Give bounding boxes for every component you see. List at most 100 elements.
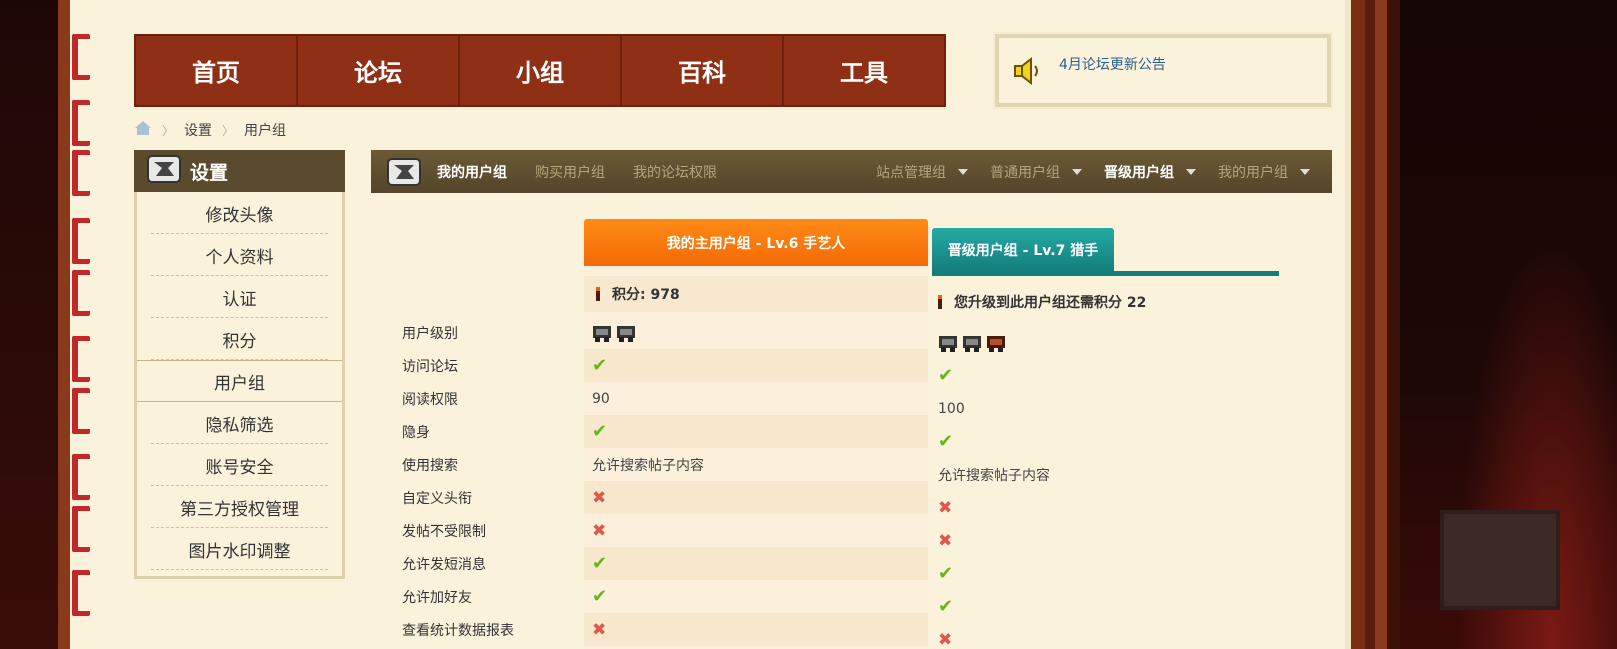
- current-access-forum: ✔: [584, 349, 928, 382]
- label-add-friend: 允许加好友: [402, 589, 472, 606]
- label-user-level: 用户级别: [402, 325, 458, 342]
- dropdown-my-groups[interactable]: 我的用户组: [1218, 162, 1310, 182]
- dropdown-normal-groups[interactable]: 普通用户组: [990, 162, 1082, 182]
- sidebar-item-privacy[interactable]: 隐私筛选: [137, 402, 342, 444]
- sidebar-item-points[interactable]: 积分: [137, 318, 342, 360]
- dropdown-label: 晋级用户组: [1104, 164, 1174, 181]
- main-nav: 首页 论坛 小组 百科 工具: [134, 34, 946, 107]
- nav-tools[interactable]: 工具: [784, 36, 944, 105]
- label-post-unlimited: 发帖不受限制: [402, 523, 486, 540]
- next-group-values: ✔ 100 ✔ 允许搜索帖子内容 ✖ ✖ ✔ ✔ ✖: [932, 326, 1272, 649]
- book-frame-left: [58, 0, 70, 649]
- current-read-permission: 90: [592, 390, 610, 407]
- current-invisible: ✔: [584, 415, 928, 448]
- binding-ring: [72, 570, 90, 616]
- usergroup-tabs: 我的用户组 购买用户组 我的论坛权限 站点管理组 普通用户组 晋级用户组 我的用…: [371, 150, 1332, 193]
- current-group-values: ✔ 90 ✔ 允许搜索帖子内容 ✖ ✖ ✔ ✔ ✖: [584, 316, 928, 646]
- next-send-pm: ✔: [932, 557, 1272, 590]
- binding-ring: [72, 336, 90, 382]
- tab-buy-usergroup[interactable]: 购买用户组: [535, 162, 605, 182]
- current-level: [584, 316, 928, 349]
- tab-forum-permissions[interactable]: 我的论坛权限: [633, 162, 717, 182]
- label-read-permission: 阅读权限: [402, 391, 458, 408]
- label-custom-title: 自定义头衔: [402, 490, 472, 507]
- tab-my-usergroup[interactable]: 我的用户组: [437, 162, 507, 182]
- nav-forum[interactable]: 论坛: [298, 36, 460, 105]
- dropdown-label: 普通用户组: [990, 164, 1060, 181]
- announcement-link[interactable]: 4月论坛更新公告: [1059, 54, 1166, 74]
- binding-ring: [72, 218, 90, 264]
- next-search: 允许搜索帖子内容: [938, 467, 1050, 484]
- pickaxe-logo-icon: [146, 152, 182, 190]
- sidebar-item-verify[interactable]: 认证: [137, 276, 342, 318]
- next-custom-title: ✖: [932, 491, 1272, 524]
- breadcrumb-settings[interactable]: 设置: [184, 120, 212, 140]
- cross-icon: ✖: [938, 530, 953, 551]
- next-group-underline: [932, 271, 1279, 276]
- book-binding: [72, 30, 96, 649]
- next-view-stats: ✖: [932, 623, 1272, 649]
- check-icon: ✔: [592, 421, 608, 442]
- nav-groups[interactable]: 小组: [460, 36, 622, 105]
- sidebar-item-profile[interactable]: 个人资料: [137, 234, 342, 276]
- sidebar-item-oauth[interactable]: 第三方授权管理: [137, 486, 342, 528]
- pickaxe-logo-icon: [371, 150, 437, 193]
- dropdown-promotion-groups[interactable]: 晋级用户组: [1104, 162, 1196, 182]
- label-search: 使用搜索: [402, 457, 458, 474]
- check-icon: ✔: [938, 596, 954, 617]
- label-view-stats: 查看统计数据报表: [402, 622, 514, 639]
- binding-ring: [72, 100, 90, 146]
- torch-icon: [596, 287, 600, 301]
- usergroup-dropdowns: 站点管理组 普通用户组 晋级用户组 我的用户组: [854, 150, 1310, 193]
- dropdown-label: 我的用户组: [1218, 164, 1288, 181]
- caret-down-icon: [1300, 168, 1310, 175]
- sidebar-item-usergroup[interactable]: 用户组: [137, 360, 342, 402]
- current-post-unlimited: ✖: [584, 514, 928, 547]
- check-icon: ✔: [938, 365, 954, 386]
- permission-labels: 用户级别 访问论坛 阅读权限 隐身 使用搜索 自定义头衔 发帖不受限制 允许发短…: [402, 316, 572, 646]
- binding-ring: [72, 506, 90, 552]
- cross-icon: ✖: [592, 487, 607, 508]
- current-search: 允许搜索帖子内容: [592, 457, 704, 474]
- current-group-header: 我的主用户组 - Lv.6 手艺人: [584, 219, 928, 266]
- current-add-friend: ✔: [584, 580, 928, 613]
- next-level: [932, 326, 1272, 359]
- next-read-permission: 100: [938, 400, 965, 417]
- caret-down-icon: [958, 168, 968, 175]
- minecart-icon: [616, 324, 636, 342]
- sidebar-header: 设置: [134, 150, 345, 192]
- minecart-icon: [938, 334, 958, 352]
- speaker-icon: [1013, 56, 1043, 90]
- cross-icon: ✖: [592, 520, 607, 541]
- breadcrumb-usergroup[interactable]: 用户组: [244, 120, 286, 140]
- sidebar-title: 设置: [190, 161, 229, 184]
- announcement-box: 4月论坛更新公告: [993, 32, 1333, 109]
- binding-ring: [72, 454, 90, 500]
- label-invisible: 隐身: [402, 424, 430, 441]
- breadcrumb-separator: 〉: [162, 123, 175, 138]
- next-invisible: ✔: [932, 425, 1272, 458]
- minecart-icon: [592, 324, 612, 342]
- home-icon[interactable]: [134, 120, 152, 140]
- current-score-text: 积分: 978: [612, 287, 680, 303]
- check-icon: ✔: [592, 553, 608, 574]
- next-access-forum: ✔: [932, 359, 1272, 392]
- minecart-icon: [962, 334, 982, 352]
- sidebar-item-watermark[interactable]: 图片水印调整: [137, 528, 342, 570]
- nav-home[interactable]: 首页: [136, 36, 298, 105]
- label-access-forum: 访问论坛: [402, 358, 458, 375]
- breadcrumb: 〉 设置 〉 用户组: [134, 118, 286, 142]
- current-send-pm: ✔: [584, 547, 928, 580]
- caret-down-icon: [1072, 168, 1082, 175]
- sidebar-item-security[interactable]: 账号安全: [137, 444, 342, 486]
- caret-down-icon: [1186, 168, 1196, 175]
- dropdown-admin-groups[interactable]: 站点管理组: [876, 162, 968, 182]
- sidebar-item-avatar[interactable]: 修改头像: [137, 192, 342, 234]
- cross-icon: ✖: [938, 497, 953, 518]
- next-score: 您升级到此用户组还需积分 22: [938, 286, 1146, 318]
- nav-wiki[interactable]: 百科: [622, 36, 784, 105]
- next-score-text: 您升级到此用户组还需积分 22: [954, 295, 1147, 311]
- binding-ring: [72, 34, 90, 80]
- binding-ring: [72, 388, 90, 434]
- current-custom-title: ✖: [584, 481, 928, 514]
